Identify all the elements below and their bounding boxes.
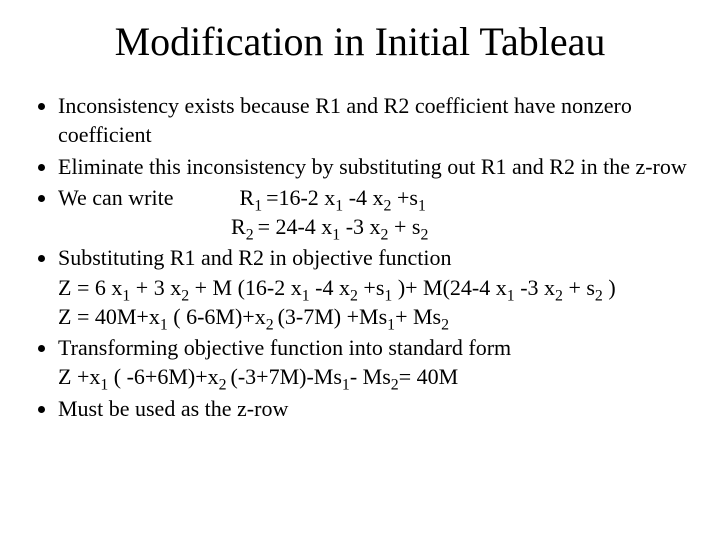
bullet-6: Must be used as the z-row (58, 394, 690, 423)
bullet-4: Substituting R1 and R2 in objective func… (58, 243, 690, 331)
slide: Modification in Initial Tableau Inconsis… (0, 0, 720, 540)
bullet-2: Eliminate this inconsistency by substitu… (58, 152, 690, 181)
bullet-list: Inconsistency exists because R1 and R2 c… (30, 91, 690, 423)
bullet-1: Inconsistency exists because R1 and R2 c… (58, 91, 690, 150)
eq-r1: R1 =16-2 x1 -4 x2 +s1 (240, 185, 426, 210)
slide-title: Modification in Initial Tableau (30, 18, 690, 65)
eq-z-standard: Z +x1 ( -6+6M)+x2 (-3+7M)-Ms1- Ms2= 40M (58, 362, 690, 391)
eq-r2: R2 = 24-4 x1 -3 x2 + s2 (58, 212, 690, 241)
eq-z-expanded: Z = 6 x1 + 3 x2 + M (16-2 x1 -4 x2 +s1 )… (58, 273, 690, 302)
bullet-3-lead: We can write (58, 185, 174, 210)
bullet-2-text: Eliminate this inconsistency by substitu… (58, 154, 687, 179)
bullet-1-text: Inconsistency exists because R1 and R2 c… (58, 93, 632, 147)
bullet-6-text: Must be used as the z-row (58, 396, 288, 421)
bullet-5-lead: Transforming objective function into sta… (58, 335, 511, 360)
bullet-5: Transforming objective function into sta… (58, 333, 690, 392)
eq-z-simplified: Z = 40M+x1 ( 6-6M)+x2 (3-7M) +Ms1+ Ms2 (58, 302, 690, 331)
bullet-3: We can write R1 =16-2 x1 -4 x2 +s1 R2 = … (58, 183, 690, 242)
bullet-4-lead: Substituting R1 and R2 in objective func… (58, 245, 452, 270)
